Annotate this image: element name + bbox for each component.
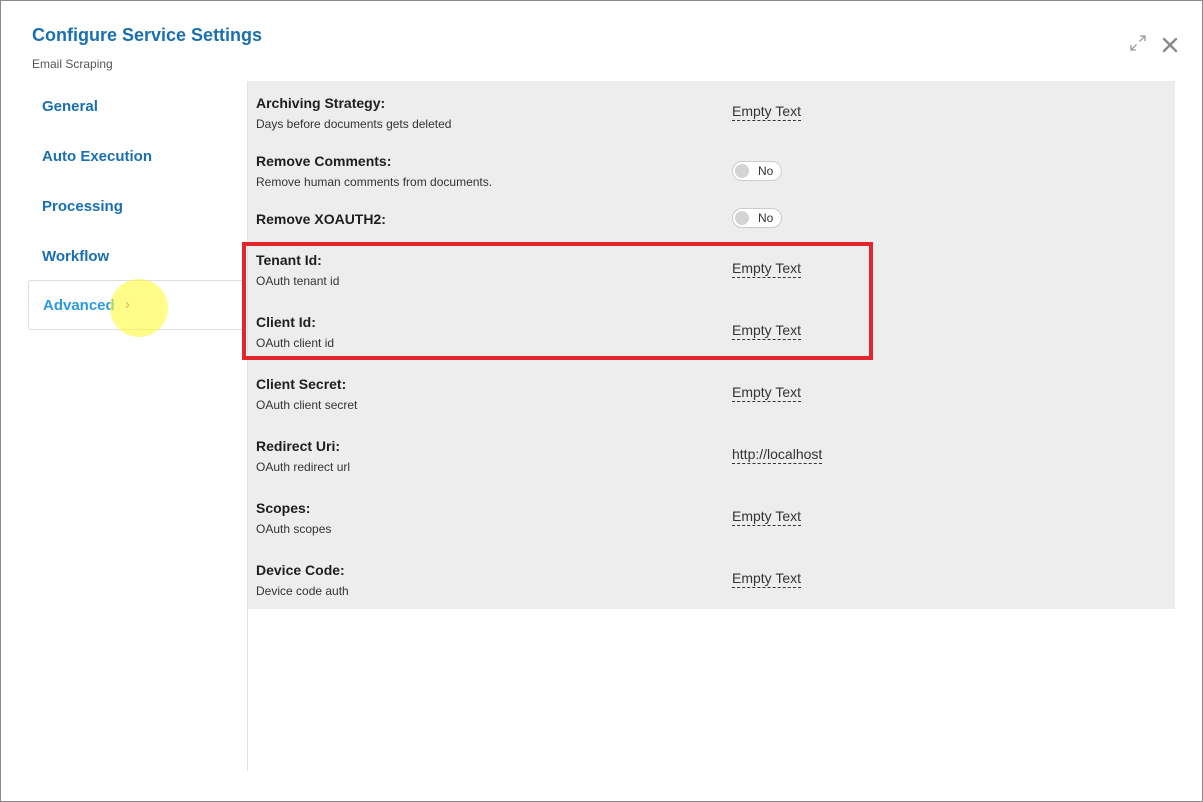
toggle-state-label: No	[758, 164, 774, 178]
sidebar-item-general[interactable]: General	[28, 82, 246, 130]
setting-label: Client Secret:	[256, 376, 347, 392]
dialog-subtitle: Email Scraping	[32, 57, 113, 71]
dialog-title: Configure Service Settings	[32, 25, 263, 45]
client-id-value[interactable]: Empty Text	[732, 322, 801, 340]
toggle-knob	[735, 164, 749, 178]
setting-description: OAuth client secret	[256, 398, 358, 412]
sidebar-item-label: Workflow	[42, 247, 110, 265]
sidebar-item-label: Advanced	[43, 296, 115, 314]
remove-comments-toggle[interactable]: No	[732, 161, 782, 181]
sidebar-item-label: Processing	[42, 197, 123, 215]
toggle-knob	[735, 211, 749, 225]
device-code-value[interactable]: Empty Text	[732, 570, 801, 588]
client-secret-value[interactable]: Empty Text	[732, 384, 801, 402]
setting-label: Remove XOAUTH2:	[256, 211, 386, 227]
setting-label: Device Code:	[256, 562, 345, 578]
sidebar-item-label: Auto Execution	[42, 147, 153, 165]
setting-label: Remove Comments:	[256, 153, 392, 169]
remove-xoauth2-toggle[interactable]: No	[732, 208, 782, 228]
setting-description: OAuth tenant id	[256, 274, 340, 288]
tenant-id-value[interactable]: Empty Text	[732, 260, 801, 278]
setting-description: OAuth scopes	[256, 522, 332, 536]
setting-label: Client Id:	[256, 314, 316, 330]
redirect-uri-value[interactable]: http://localhost	[732, 446, 823, 464]
chevron-right-icon: ›	[124, 296, 131, 313]
settings-sidebar: General Auto Execution Processing Workfl…	[28, 81, 248, 771]
setting-description: Device code auth	[256, 584, 349, 598]
setting-label: Redirect Uri:	[256, 438, 341, 454]
archiving-strategy-value[interactable]: Empty Text	[732, 103, 801, 121]
setting-label: Archiving Strategy:	[256, 95, 386, 111]
sidebar-item-processing[interactable]: Processing	[28, 182, 246, 230]
sidebar-item-advanced[interactable]: Advanced ›	[28, 280, 246, 330]
setting-description: Remove human comments from documents.	[256, 175, 493, 189]
dialog-window: Configure Service Settings Email Scrapin…	[0, 0, 1203, 802]
toggle-state-label: No	[758, 211, 774, 225]
sidebar-item-auto-execution[interactable]: Auto Execution	[28, 132, 246, 180]
setting-description: OAuth client id	[256, 336, 335, 350]
advanced-settings-panel: Archiving Strategy: Days before document…	[248, 81, 1175, 609]
setting-description: Days before documents gets deleted	[256, 117, 452, 131]
setting-label: Scopes:	[256, 500, 311, 516]
expand-icon[interactable]	[1129, 34, 1147, 52]
sidebar-item-workflow[interactable]: Workflow	[28, 232, 246, 280]
scopes-value[interactable]: Empty Text	[732, 508, 801, 526]
sidebar-item-label: General	[42, 97, 98, 115]
setting-description: OAuth redirect url	[256, 460, 351, 474]
setting-label: Tenant Id:	[256, 252, 322, 268]
close-icon[interactable]	[1161, 36, 1179, 54]
